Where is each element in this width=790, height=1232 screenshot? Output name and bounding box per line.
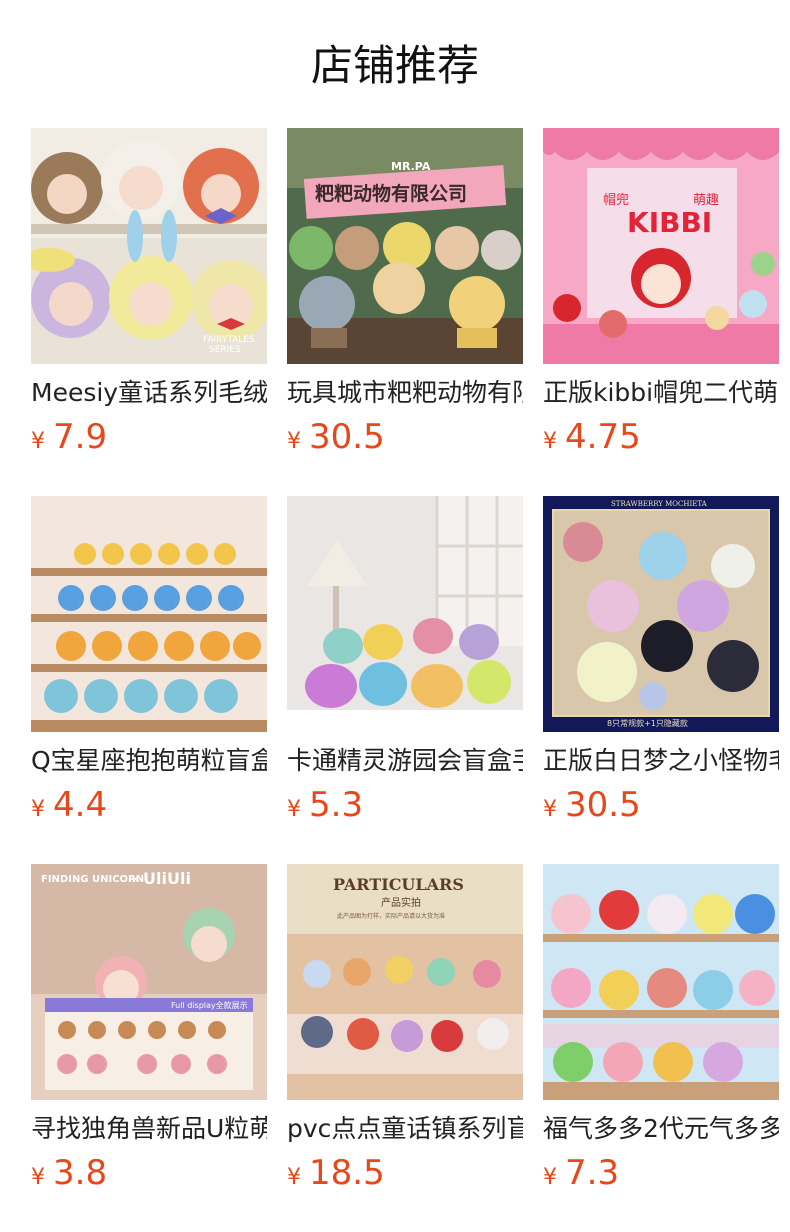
image-caption: 萌趣 bbox=[693, 193, 719, 208]
product-card[interactable]: STRAWBERRY MOCHIETA 8只常规款+1只隐藏款 正版白日梦之小怪… bbox=[543, 496, 779, 827]
image-caption: 8只常规款+1只隐藏款 bbox=[607, 718, 688, 728]
product-image[interactable] bbox=[287, 496, 523, 732]
image-caption: UliUli bbox=[143, 869, 191, 888]
image-caption: 此产品图为打样，实际产品请以大货为准 bbox=[337, 912, 445, 920]
product-image[interactable] bbox=[543, 864, 779, 1100]
image-caption: 产品实拍 bbox=[381, 896, 421, 909]
image-caption: KIBBI bbox=[627, 206, 712, 239]
little-monster-plush-photo: STRAWBERRY MOCHIETA 8只常规款+1只隐藏款 bbox=[543, 496, 779, 732]
store-recommendations-page: 店铺推荐 FAIRYTALES SERIES Meesiy童话系列毛绒 ¥ 7.… bbox=[0, 0, 790, 1232]
price-value: 7.3 bbox=[565, 1153, 620, 1193]
image-caption: × bbox=[131, 874, 139, 885]
price-value: 18.5 bbox=[309, 1153, 385, 1193]
product-card[interactable]: PARTICULARS 产品实拍 此产品图为打样，实际产品请以大货为准 pvc点… bbox=[287, 864, 523, 1195]
price-value: 30.5 bbox=[565, 785, 641, 825]
product-price: ¥7.9 bbox=[31, 415, 267, 459]
product-price: ¥7.3 bbox=[543, 1151, 779, 1195]
image-caption: 粑粑动物有限公司 bbox=[315, 182, 467, 205]
currency-symbol: ¥ bbox=[31, 797, 45, 822]
elf-garden-figures-photo bbox=[287, 496, 523, 732]
image-caption: FAIRYTALES bbox=[203, 335, 255, 345]
product-price: ¥4.75 bbox=[543, 415, 779, 459]
product-card[interactable]: MR.PA 粑粑动物有限公司 玩具城市粑粑动物有限 ¥30.5 bbox=[287, 128, 523, 459]
plush-dolls-photo: FAIRYTALES SERIES bbox=[31, 128, 267, 364]
price-value: 3.8 bbox=[53, 1153, 108, 1193]
product-card[interactable]: FINDING UNICORN × UliUli Full display全款展… bbox=[31, 864, 267, 1195]
product-price: ¥3.8 bbox=[31, 1151, 267, 1195]
product-name[interactable]: pvc点点童话镇系列盲 bbox=[287, 1111, 523, 1147]
unicorn-uli-figures-photo: FINDING UNICORN × UliUli Full display全款展… bbox=[31, 864, 267, 1100]
product-card[interactable]: KIBBI 帽兜 萌趣 正版kibbi帽兜二代萌 ¥4.75 bbox=[543, 128, 779, 459]
currency-symbol: ¥ bbox=[543, 429, 557, 454]
price-value: 7.9 bbox=[53, 417, 108, 457]
fortune-figures-photo bbox=[543, 864, 779, 1100]
product-name[interactable]: 卡通精灵游园会盲盒手 bbox=[287, 743, 523, 779]
product-image[interactable]: FINDING UNICORN × UliUli Full display全款展… bbox=[31, 864, 267, 1100]
product-price: ¥30.5 bbox=[287, 415, 523, 459]
image-caption: FINDING UNICORN bbox=[41, 874, 144, 885]
price-value: 30.5 bbox=[309, 417, 385, 457]
price-value: 4.75 bbox=[565, 417, 641, 457]
product-image[interactable]: KIBBI 帽兜 萌趣 bbox=[543, 128, 779, 364]
zodiac-figures-photo bbox=[31, 496, 267, 732]
product-name[interactable]: Q宝星座抱抱萌粒盲盒 bbox=[31, 743, 267, 779]
product-price: ¥4.4 bbox=[31, 783, 267, 827]
product-card[interactable]: Q宝星座抱抱萌粒盲盒 ¥4.4 bbox=[31, 496, 267, 827]
product-image[interactable]: STRAWBERRY MOCHIETA 8只常规款+1只隐藏款 bbox=[543, 496, 779, 732]
image-caption: STRAWBERRY MOCHIETA bbox=[611, 500, 708, 508]
price-value: 4.4 bbox=[53, 785, 108, 825]
animal-figures-photo: MR.PA 粑粑动物有限公司 bbox=[287, 128, 523, 364]
product-image[interactable] bbox=[31, 496, 267, 732]
currency-symbol: ¥ bbox=[287, 1165, 301, 1190]
product-image[interactable]: PARTICULARS 产品实拍 此产品图为打样，实际产品请以大货为准 bbox=[287, 864, 523, 1100]
image-caption: SERIES bbox=[209, 345, 241, 355]
product-card[interactable]: 卡通精灵游园会盲盒手 ¥5.3 bbox=[287, 496, 523, 827]
currency-symbol: ¥ bbox=[543, 1165, 557, 1190]
image-caption: MR.PA bbox=[391, 160, 431, 173]
section-title: 店铺推荐 bbox=[310, 41, 479, 90]
product-name[interactable]: 福气多多2代元气多多 bbox=[543, 1111, 779, 1147]
product-name[interactable]: 寻找独角兽新品U粒萌 bbox=[31, 1111, 267, 1147]
currency-symbol: ¥ bbox=[31, 1165, 45, 1190]
currency-symbol: ¥ bbox=[543, 797, 557, 822]
product-image[interactable]: MR.PA 粑粑动物有限公司 bbox=[287, 128, 523, 364]
currency-symbol: ¥ bbox=[287, 797, 301, 822]
product-card[interactable]: FAIRYTALES SERIES Meesiy童话系列毛绒 ¥7.9 bbox=[31, 128, 267, 459]
currency-symbol: ¥ bbox=[287, 429, 301, 454]
image-caption: PARTICULARS bbox=[333, 875, 464, 894]
product-name[interactable]: 正版白日梦之小怪物毛 bbox=[543, 743, 779, 779]
image-caption: Full display全款展示 bbox=[171, 1000, 248, 1010]
kibbi-blindbox-photo: KIBBI 帽兜 萌趣 bbox=[543, 128, 779, 364]
product-card[interactable]: 福气多多2代元气多多 ¥7.3 bbox=[543, 864, 779, 1195]
image-caption: 帽兜 bbox=[603, 192, 629, 208]
currency-symbol: ¥ bbox=[31, 429, 45, 454]
product-name[interactable]: Meesiy童话系列毛绒 bbox=[31, 375, 267, 411]
product-price: ¥18.5 bbox=[287, 1151, 523, 1195]
product-price: ¥5.3 bbox=[287, 783, 523, 827]
price-value: 5.3 bbox=[309, 785, 364, 825]
fairytale-town-figures-photo: PARTICULARS 产品实拍 此产品图为打样，实际产品请以大货为准 bbox=[287, 864, 523, 1100]
product-name[interactable]: 正版kibbi帽兜二代萌 bbox=[543, 375, 779, 411]
product-image[interactable]: FAIRYTALES SERIES bbox=[31, 128, 267, 364]
product-price: ¥30.5 bbox=[543, 783, 779, 827]
product-name[interactable]: 玩具城市粑粑动物有限 bbox=[287, 375, 523, 411]
